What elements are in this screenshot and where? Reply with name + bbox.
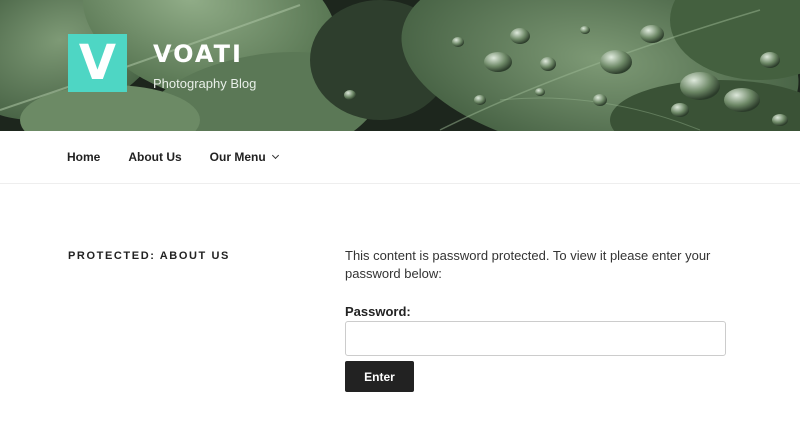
site-logo[interactable]: V xyxy=(68,34,127,92)
nav-item-label: Home xyxy=(67,150,101,164)
nav-item-label: About Us xyxy=(128,150,182,164)
site-branding: V VOATI Photography Blog xyxy=(68,34,256,92)
password-form: This content is password protected. To v… xyxy=(345,247,727,392)
site-description: Photography Blog xyxy=(153,76,257,91)
site-title[interactable]: VOATI xyxy=(153,42,256,66)
nav-item-about-us[interactable]: About Us xyxy=(128,150,181,164)
nav-item-label: Our Menu xyxy=(209,150,266,164)
password-field[interactable] xyxy=(345,321,726,356)
site-header: V VOATI Photography Blog xyxy=(0,0,800,131)
nav-item-home[interactable]: Home xyxy=(67,150,100,164)
logo-letter: V xyxy=(78,35,117,91)
enter-button[interactable]: Enter xyxy=(345,361,414,392)
main-navigation: Home About Us Our Menu xyxy=(0,131,800,184)
entry-title: PROTECTED: ABOUT US xyxy=(68,250,230,262)
password-label: Password: xyxy=(345,304,411,319)
chevron-down-icon xyxy=(271,151,279,160)
password-notice: This content is password protected. To v… xyxy=(345,248,711,281)
main-content: PROTECTED: ABOUT US This content is pass… xyxy=(0,184,800,442)
brand-text: VOATI Photography Blog xyxy=(153,42,256,91)
nav-item-our-menu[interactable]: Our Menu xyxy=(209,150,279,164)
